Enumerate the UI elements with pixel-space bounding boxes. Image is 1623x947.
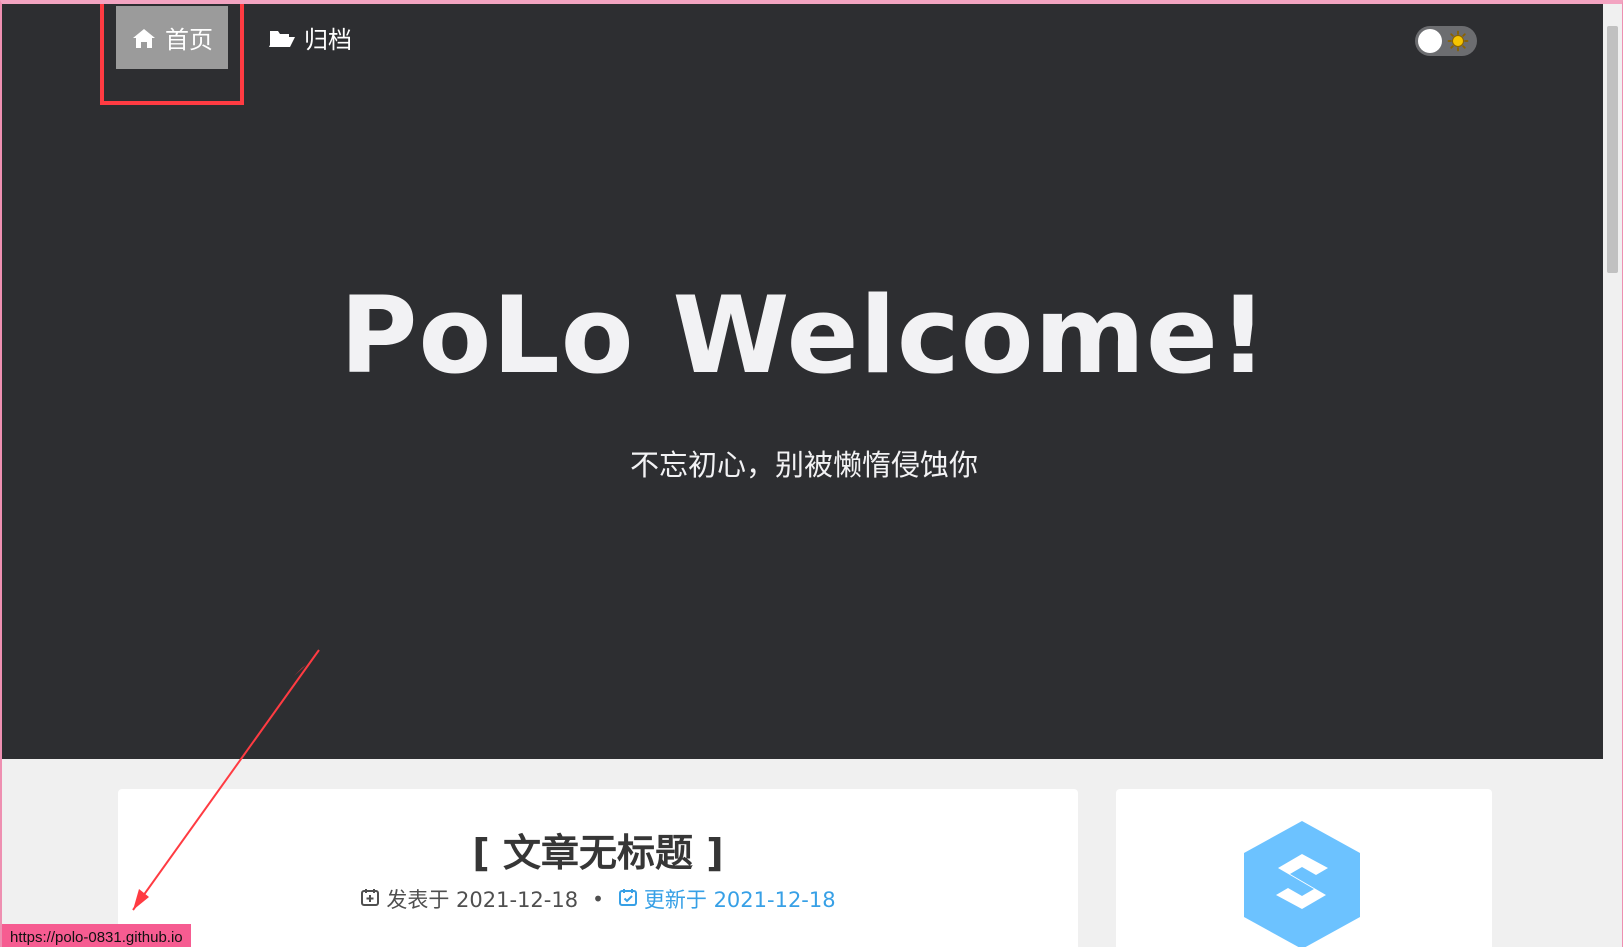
scrollbar-thumb[interactable] (1607, 26, 1618, 273)
published-label: 发表于 2021-12-18 (386, 888, 579, 912)
theme-toggle-knob (1418, 29, 1442, 53)
meta-separator: • (592, 887, 604, 911)
hero-subtitle: 不忘初心，别被懒惰侵蚀你 (629, 448, 978, 482)
post-card[interactable]: [ 文章无标题 ] 发表于 2021-12-18 • 更新于 2021-12-1… (118, 789, 1078, 947)
browser-viewport: 首页 归档 PoLo Welcome! 不忘初心，别被懒惰侵蚀你 [文章无标题… (0, 0, 1623, 947)
status-bar-url: https://polo-0831.github.io (2, 924, 191, 947)
sun-icon (1447, 30, 1469, 52)
published-date: 发表于 2021-12-18 (360, 884, 578, 914)
hexagon-s-logo (1244, 821, 1360, 947)
post-meta: 发表于 2021-12-18 • 更新于 2021-12-18 (118, 884, 1078, 914)
nav-home-link[interactable]: 首页 (116, 6, 228, 69)
hero-header: 首页 归档 PoLo Welcome! 不忘初心，别被懒惰侵蚀你 (2, 4, 1606, 759)
sidebar-card (1116, 789, 1492, 947)
nav-home-label: 首页 (165, 26, 213, 54)
theme-toggle[interactable] (1415, 26, 1477, 56)
updated-date: 更新于 2021-12-18 (618, 884, 836, 914)
calendar-plus-icon (360, 887, 380, 912)
calendar-check-icon (618, 887, 638, 912)
nav-archive-link[interactable]: 归档 (268, 6, 352, 69)
home-icon (131, 26, 157, 50)
page-scrollbar[interactable] (1603, 4, 1622, 947)
hero-title: PoLo Welcome! (339, 274, 1269, 397)
folder-open-icon (268, 27, 296, 49)
updated-label: 更新于 2021-12-18 (643, 888, 836, 912)
post-title[interactable]: [ 文章无标题 ] (118, 822, 1078, 877)
nav-archive-label: 归档 (304, 26, 352, 54)
